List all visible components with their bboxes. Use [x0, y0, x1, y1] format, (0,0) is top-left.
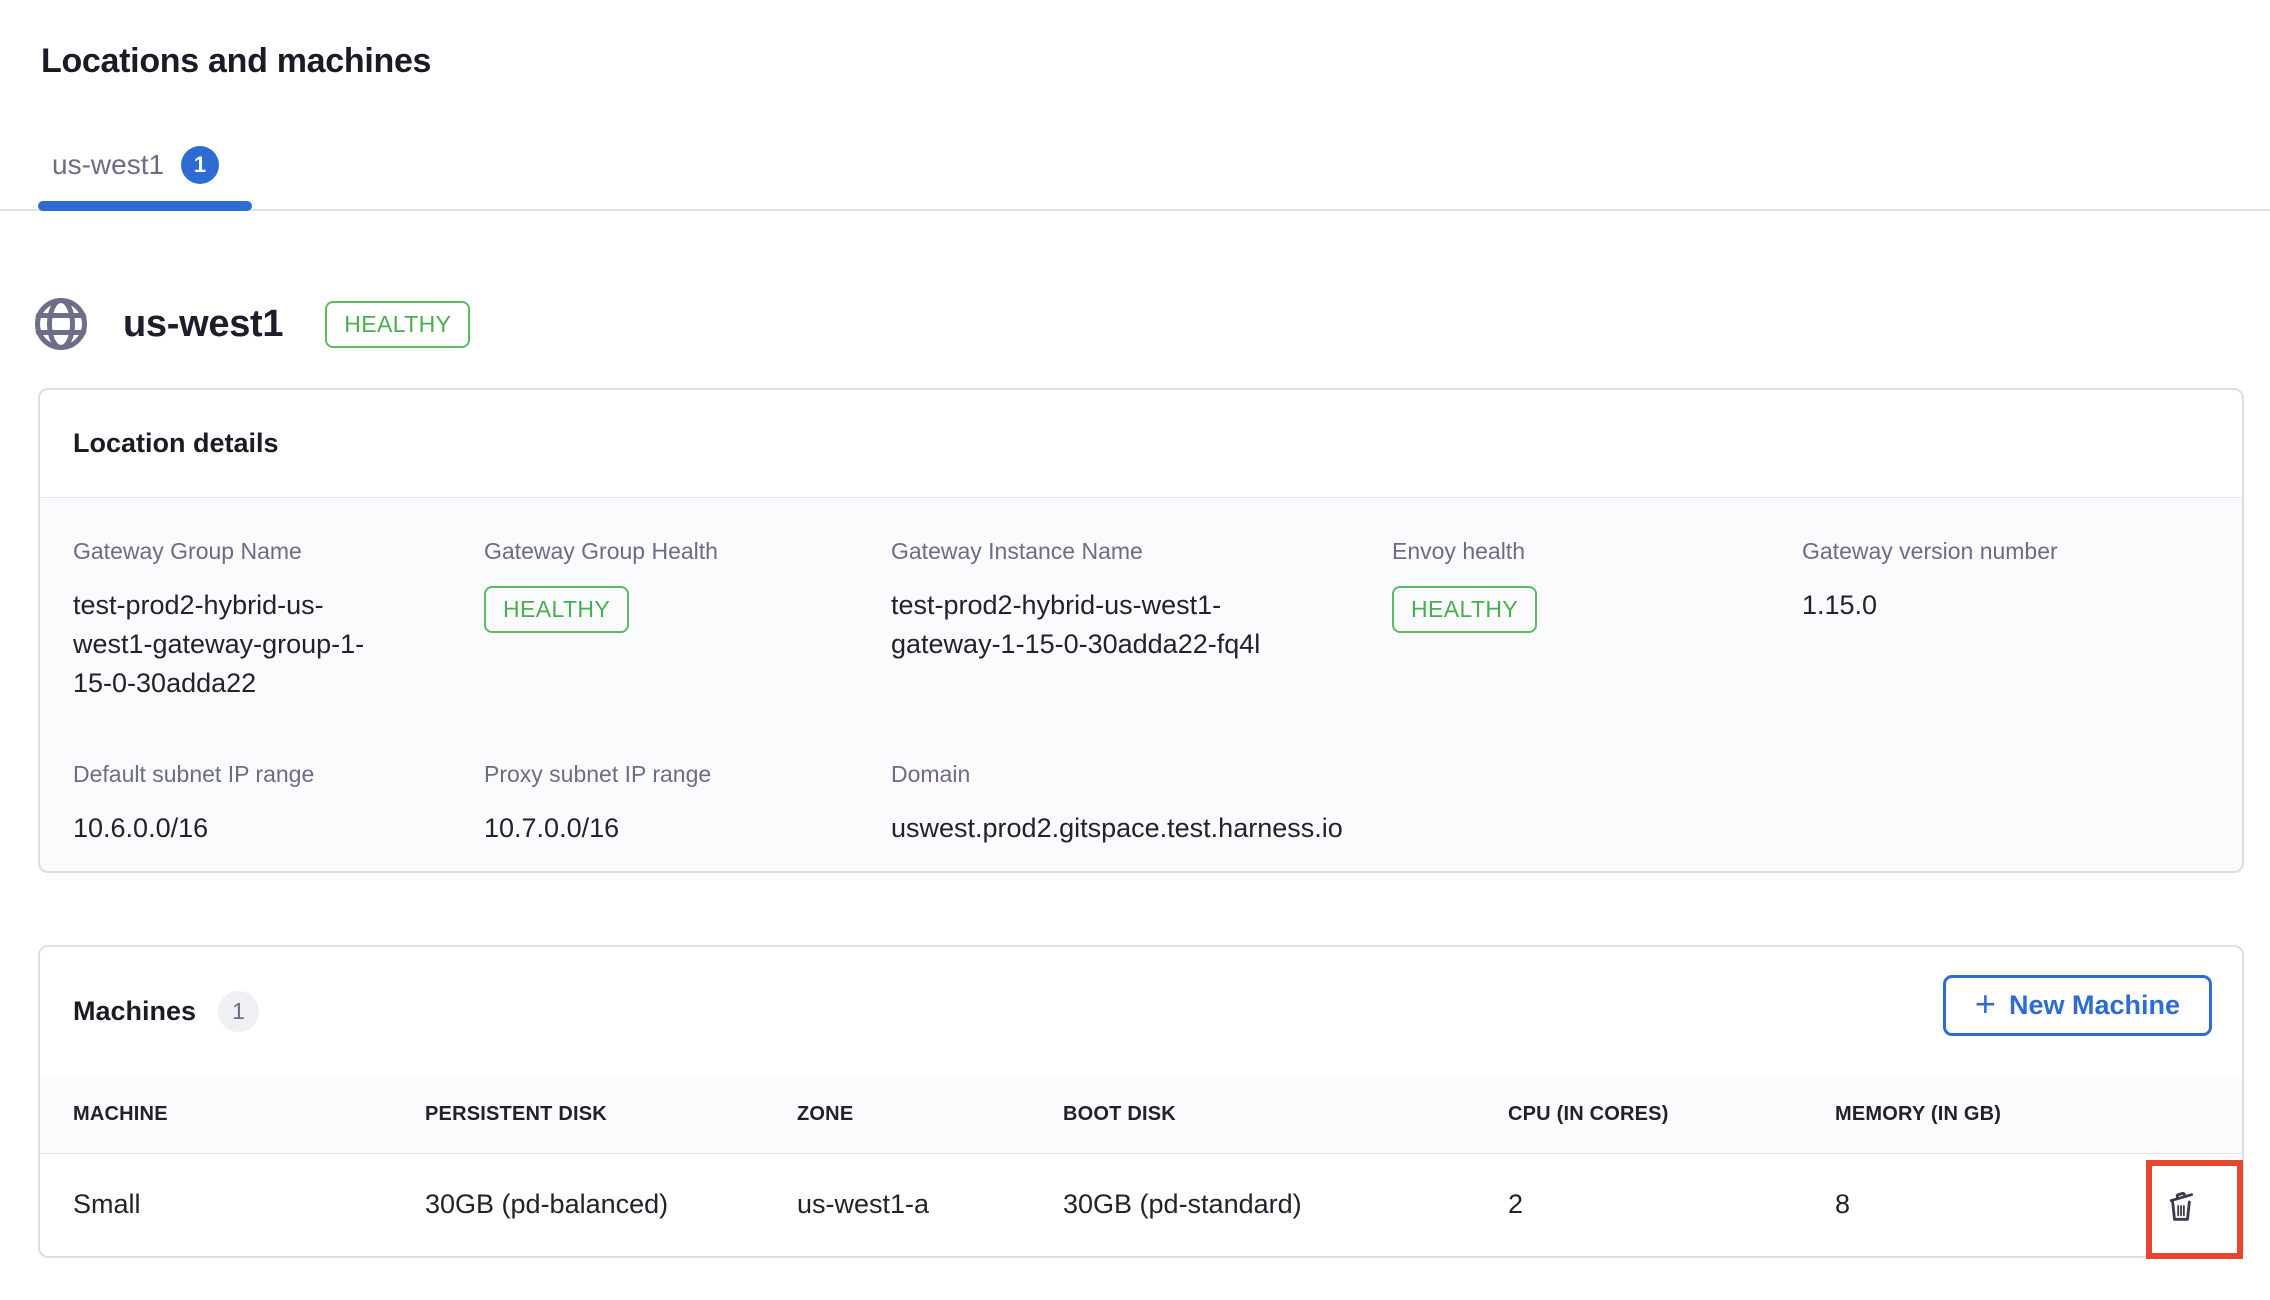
- field-default-subnet: Default subnet IP range 10.6.0.0/16: [73, 761, 484, 848]
- column-header-zone: ZONE: [797, 1103, 1063, 1126]
- column-header-boot-disk: BOOT DISK: [1063, 1103, 1508, 1126]
- cell-persistent-disk: 30GB (pd-balanced): [425, 1189, 797, 1220]
- field-label: Gateway Instance Name: [891, 538, 1392, 565]
- field-value: 1.15.0: [1802, 586, 2242, 625]
- table-row: Small 30GB (pd-balanced) us-west1-a 30GB…: [40, 1154, 2242, 1255]
- column-header-persistent-disk: PERSISTENT DISK: [425, 1103, 797, 1126]
- location-details-fields: Gateway Group Name test-prod2-hybrid-us-…: [40, 497, 2242, 871]
- field-label: Gateway version number: [1802, 538, 2242, 565]
- machines-card: Machines 1 + New Machine MACHINE PERSIST…: [38, 945, 2244, 1258]
- globe-icon: [33, 296, 89, 352]
- cell-machine: Small: [73, 1189, 425, 1220]
- plus-icon: +: [1975, 986, 1996, 1022]
- cell-boot-disk: 30GB (pd-standard): [1063, 1189, 1508, 1220]
- tabbar-divider: [0, 209, 2270, 211]
- field-proxy-subnet: Proxy subnet IP range 10.7.0.0/16: [484, 761, 891, 848]
- cell-cpu: 2: [1508, 1189, 1835, 1220]
- gateway-group-health-badge: HEALTHY: [484, 586, 629, 633]
- field-gateway-version: Gateway version number 1.15.0: [1802, 538, 2242, 703]
- field-gateway-group-name: Gateway Group Name test-prod2-hybrid-us-…: [73, 538, 484, 703]
- field-value: test-prod2-hybrid-us-west1-gateway-group…: [73, 586, 391, 703]
- machines-title: Machines: [73, 996, 196, 1027]
- field-value: 10.7.0.0/16: [484, 809, 891, 848]
- page-title: Locations and machines: [41, 42, 431, 81]
- field-value: test-prod2-hybrid-us-west1-gateway-1-15-…: [891, 586, 1316, 664]
- machines-count-badge: 1: [218, 991, 259, 1032]
- new-machine-button[interactable]: + New Machine: [1943, 975, 2212, 1036]
- delete-machine-button[interactable]: [2152, 1176, 2210, 1234]
- location-details-card: Location details Gateway Group Name test…: [38, 388, 2244, 873]
- tab-us-west1[interactable]: us-west1 1: [52, 146, 219, 184]
- active-tab-indicator: [38, 201, 252, 211]
- field-label: Gateway Group Name: [73, 538, 484, 565]
- locations-and-machines-page: Locations and machines us-west1 1 us-wes…: [0, 0, 2270, 1300]
- tab-label: us-west1: [52, 149, 164, 181]
- field-envoy-health: Envoy health HEALTHY: [1392, 538, 1802, 703]
- field-gateway-instance-name: Gateway Instance Name test-prod2-hybrid-…: [891, 538, 1392, 703]
- column-header-machine: MACHINE: [73, 1103, 425, 1126]
- envoy-health-badge: HEALTHY: [1392, 586, 1537, 633]
- field-label: Default subnet IP range: [73, 761, 484, 788]
- field-label: Domain: [891, 761, 1392, 788]
- field-value: uswest.prod2.gitspace.test.harness.io: [891, 809, 1392, 848]
- column-header-memory: MEMORY (IN GB): [1835, 1103, 2242, 1126]
- field-label: Proxy subnet IP range: [484, 761, 891, 788]
- tab-count-badge: 1: [181, 146, 219, 184]
- machines-table-header: MACHINE PERSISTENT DISK ZONE BOOT DISK C…: [40, 1076, 2242, 1154]
- field-label: Envoy health: [1392, 538, 1802, 565]
- new-machine-button-label: New Machine: [2009, 990, 2180, 1021]
- location-name: us-west1: [123, 303, 283, 346]
- field-gateway-group-health: Gateway Group Health HEALTHY: [484, 538, 891, 703]
- cell-zone: us-west1-a: [797, 1189, 1063, 1220]
- field-label: Gateway Group Health: [484, 538, 891, 565]
- location-header: us-west1 HEALTHY: [33, 296, 470, 352]
- machines-header: Machines 1 + New Machine: [40, 947, 2242, 1076]
- field-value: 10.6.0.0/16: [73, 809, 484, 848]
- column-header-cpu: CPU (IN CORES): [1508, 1103, 1835, 1126]
- location-status-badge: HEALTHY: [325, 301, 470, 348]
- location-details-title: Location details: [40, 390, 2242, 497]
- trash-icon: [2161, 1185, 2201, 1225]
- field-domain: Domain uswest.prod2.gitspace.test.harnes…: [891, 761, 1392, 848]
